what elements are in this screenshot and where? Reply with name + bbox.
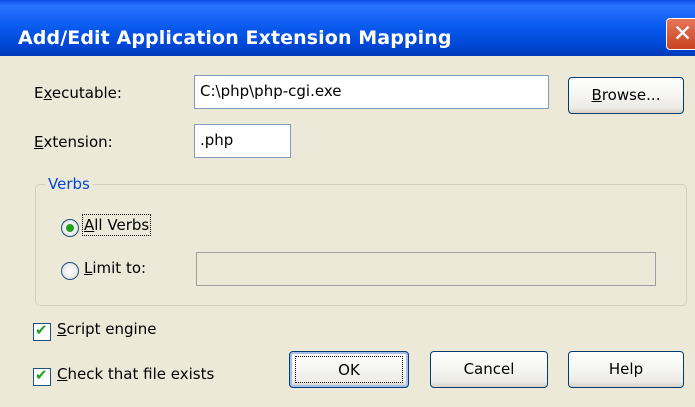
script-engine-label[interactable]: Script engine [57,320,156,338]
close-icon: ✕ [673,21,693,47]
script-engine-checkbox[interactable]: ✔ [33,321,51,341]
limit-to-label[interactable]: Limit to: [84,259,146,277]
ok-button-label: OK [295,356,403,383]
check-file-exists-label[interactable]: Check that file exists [57,365,214,383]
help-button[interactable]: Help [568,351,684,388]
browse-button[interactable]: Browse... [568,77,684,114]
limit-to-radio[interactable] [61,262,79,280]
ok-button[interactable]: OK [289,351,409,388]
executable-label: Executable: [34,84,122,102]
extension-input[interactable]: .php [194,124,291,158]
all-verbs-label[interactable]: All Verbs [81,214,152,236]
title-bar[interactable]: Add/Edit Application Extension Mapping ✕ [0,0,695,56]
close-button[interactable]: ✕ [666,18,695,50]
verbs-legend: Verbs [45,175,93,193]
check-file-exists-checkbox[interactable]: ✔ [33,366,51,386]
extension-label: Extension: [34,133,113,151]
limit-to-input[interactable] [196,252,656,286]
checkmark-icon: ✔ [35,321,48,339]
verbs-groupbox [35,184,687,306]
dialog-title: Add/Edit Application Extension Mapping [18,27,452,49]
executable-input[interactable]: C:\php\php-cgi.exe [194,75,549,109]
checkmark-icon: ✔ [35,366,48,384]
all-verbs-radio[interactable] [61,219,79,237]
cancel-button[interactable]: Cancel [430,351,548,388]
radio-selected-dot [66,224,74,232]
